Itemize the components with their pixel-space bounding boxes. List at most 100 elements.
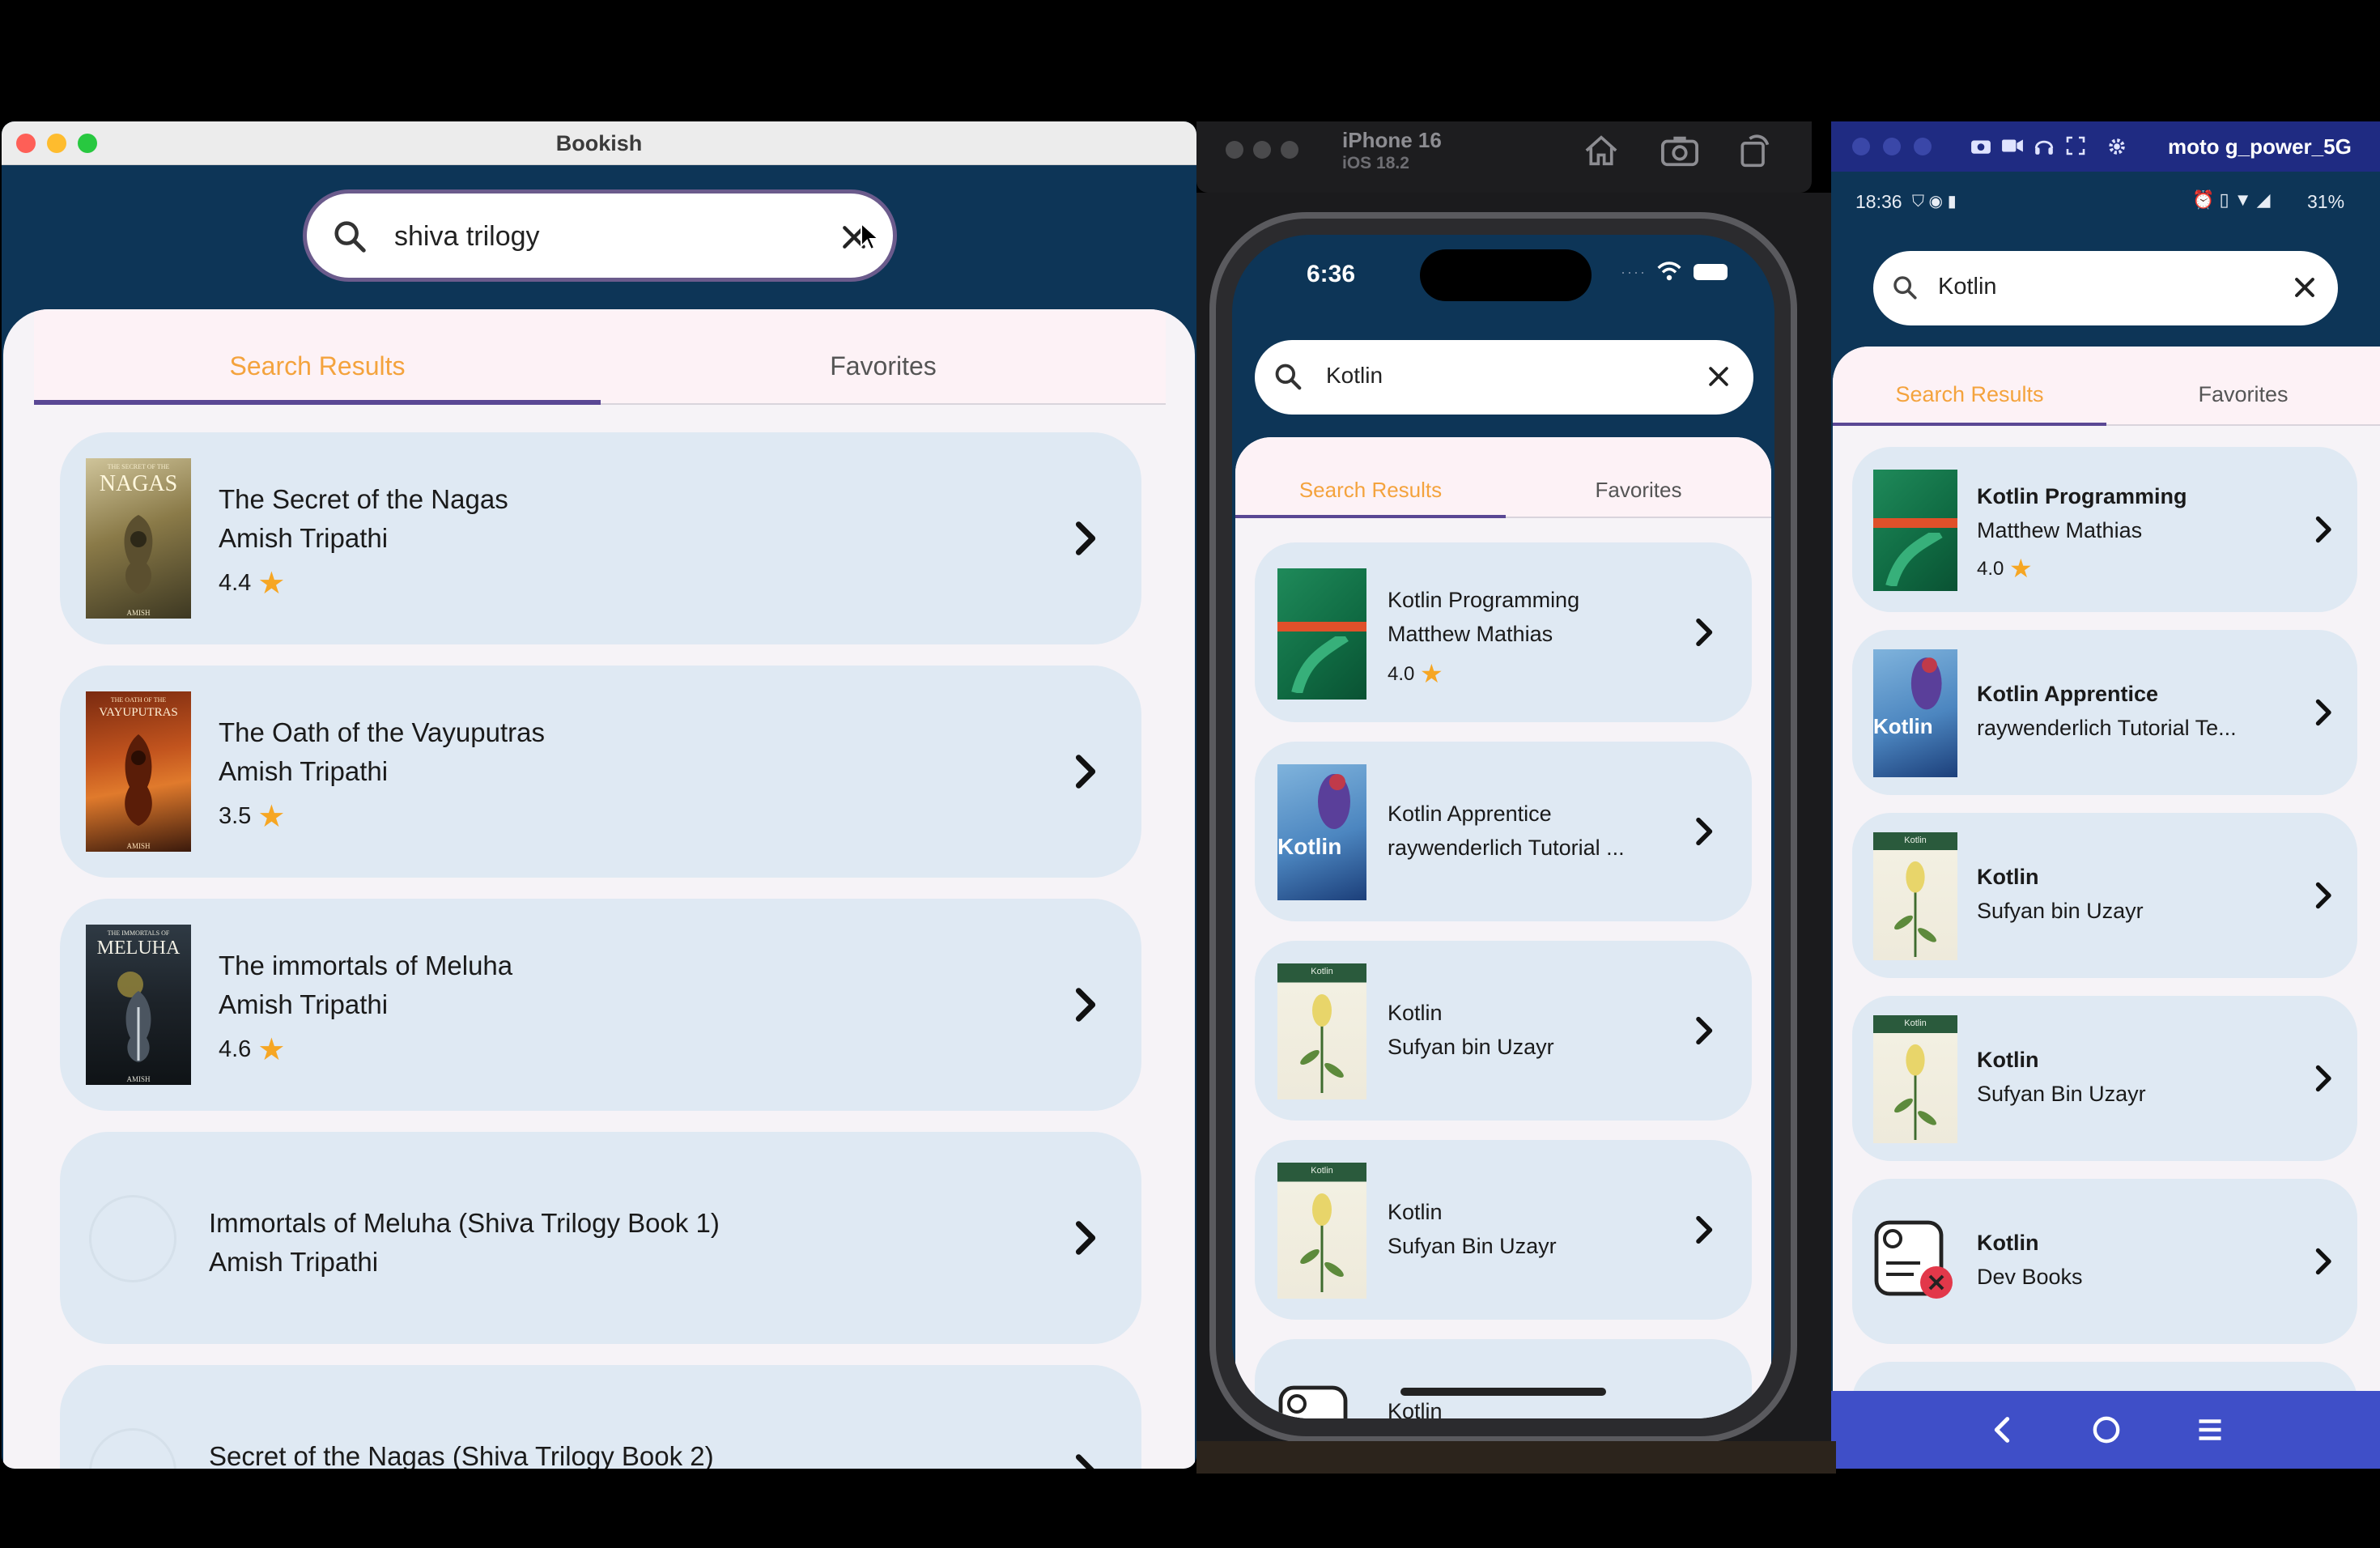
book-card[interactable]: Kotlin Kotlin Sufyan bin Uzayr <box>1852 813 2357 978</box>
home-icon[interactable] <box>1583 134 1619 167</box>
screenshot-icon[interactable] <box>1661 134 1698 167</box>
search-field[interactable]: Kotlin <box>1873 251 2338 325</box>
book-title: Kotlin <box>1977 1231 2039 1255</box>
close-icon[interactable] <box>1705 363 1732 390</box>
search-field[interactable]: Kotlin <box>1255 340 1753 415</box>
cover-author: AMISH <box>126 609 151 617</box>
tab-search-results[interactable]: Search Results <box>1833 382 2106 407</box>
book-card[interactable]: Kotlin Kotlin Apprentice raywenderlich T… <box>1852 630 2357 795</box>
chevron-right-icon[interactable] <box>1070 1452 1103 1469</box>
status-time: 18:36 <box>1855 191 1902 212</box>
cover-figure <box>1894 861 1936 957</box>
simulator-toolbar: iPhone 16 iOS 18.2 <box>1196 121 1812 193</box>
mirror-zoom-button[interactable] <box>1914 138 1932 155</box>
book-card[interactable]: Immortals of Meluha (Shiva Trilogy Book … <box>60 1132 1141 1344</box>
mirror-close-button[interactable] <box>1852 138 1870 155</box>
search-field[interactable]: shiva trilogy <box>303 189 897 282</box>
home-icon[interactable] <box>2090 1414 2123 1446</box>
cover-tagline: THE SECRET OF THE <box>107 463 170 470</box>
chevron-right-icon[interactable] <box>2312 1064 2336 1093</box>
active-tab-indicator <box>1235 515 1506 518</box>
mirror-minimize-button[interactable] <box>1883 138 1901 155</box>
cover-band <box>1873 518 1957 528</box>
back-icon[interactable] <box>1990 1414 2014 1446</box>
camera-icon[interactable] <box>1970 136 1991 155</box>
book-author: Amish Tripathi <box>219 756 389 786</box>
book-card[interactable]: Secret of the Nagas (Shiva Trilogy Book … <box>60 1365 1141 1469</box>
book-card[interactable]: Kotlin Programming Matthew Mathias 4.0 ★ <box>1255 542 1752 722</box>
tab-favorites[interactable]: Favorites <box>601 351 1166 381</box>
chevron-right-icon[interactable] <box>1070 1219 1103 1257</box>
sim-close-button[interactable] <box>1226 141 1243 159</box>
book-card[interactable]: Kotlin Kotlin Sufyan Bin Uzayr <box>1255 1140 1752 1320</box>
chevron-right-icon[interactable] <box>1070 520 1103 557</box>
book-title: Kotlin Programming <box>1977 484 2187 508</box>
results-sheet: Search Results Favorites Kotlin Programm… <box>1235 437 1771 1418</box>
rating-value: 3.5 <box>219 803 252 829</box>
tab-favorites[interactable]: Favorites <box>1506 478 1771 503</box>
rotate-icon[interactable] <box>1737 133 1771 168</box>
book-rating: 3.5 ★ <box>219 795 285 834</box>
signal-icon: ···· <box>1621 264 1647 280</box>
book-cover: THE SECRET OF THE NAGAS AMISH <box>86 458 191 619</box>
tab-bar: Search Results Favorites <box>34 309 1166 405</box>
chevron-right-icon[interactable] <box>1692 1015 1718 1046</box>
video-icon[interactable] <box>2001 136 2024 155</box>
book-title: The Secret of the Nagas <box>219 484 508 514</box>
book-card[interactable]: Kotlin Dev Books <box>1852 1179 2357 1344</box>
sim-zoom-button[interactable] <box>1281 141 1298 159</box>
tab-search-results[interactable]: Search Results <box>1235 478 1506 503</box>
battery-level: 31% <box>2307 191 2345 212</box>
cover-figure <box>1300 994 1344 1093</box>
chevron-right-icon[interactable] <box>1692 617 1718 648</box>
chevron-right-icon[interactable] <box>2312 515 2336 544</box>
book-cover <box>1277 568 1366 700</box>
cover-title: Kotlin <box>1873 714 1933 738</box>
cover-figure <box>1894 1044 1936 1140</box>
tab-search-results[interactable]: Search Results <box>34 351 601 381</box>
chevron-right-icon[interactable] <box>1070 753 1103 790</box>
tab-bar: Search Results Favorites <box>1235 437 1771 518</box>
star-icon: ★ <box>257 567 286 601</box>
chevron-right-icon[interactable] <box>2312 1247 2336 1276</box>
cover-figure <box>1300 1193 1344 1292</box>
headphones-icon[interactable] <box>2034 136 2055 155</box>
book-cover: Kotlin <box>1277 764 1366 900</box>
book-title: Kotlin Apprentice <box>1977 682 2159 706</box>
home-indicator[interactable] <box>1400 1388 1606 1396</box>
cover-band <box>1277 622 1366 632</box>
fullscreen-icon[interactable] <box>2066 136 2085 155</box>
chevron-right-icon[interactable] <box>1692 1214 1718 1245</box>
book-card[interactable]: Kotlin Kotlin Sufyan bin Uzayr <box>1255 941 1752 1121</box>
book-author: Sufyan Bin Uzayr <box>1977 1082 2146 1106</box>
search-icon <box>1275 364 1302 390</box>
tab-favorites[interactable]: Favorites <box>2106 382 2380 407</box>
book-card[interactable]: Kotlin Kotlin Apprentice raywenderlich T… <box>1255 742 1752 921</box>
book-rating: 4.6 ★ <box>219 1028 285 1067</box>
book-card[interactable]: Kotlin Programming Matthew Mathias 4.0 ★ <box>1852 447 2357 612</box>
chevron-right-icon[interactable] <box>2312 698 2336 727</box>
cover-title: MELUHA <box>96 938 181 959</box>
close-icon[interactable] <box>2291 274 2318 301</box>
gear-icon[interactable] <box>2106 136 2127 157</box>
book-author: Dev Books <box>1977 1265 2083 1289</box>
rating-value: 4.0 <box>1977 558 2004 580</box>
tab-divider <box>601 403 1166 405</box>
book-card[interactable]: THE OATH OF THE VAYUPUTRAS AMISH The Oat… <box>60 666 1141 878</box>
book-card[interactable]: THE SECRET OF THE NAGAS AMISH The Secret… <box>60 432 1141 644</box>
book-card[interactable] <box>1852 1362 2357 1391</box>
book-title: Kotlin <box>1977 865 2039 889</box>
chevron-right-icon[interactable] <box>1070 986 1103 1023</box>
sim-minimize-button[interactable] <box>1253 141 1271 159</box>
chevron-right-icon[interactable] <box>1692 816 1718 847</box>
mouse-cursor-icon <box>861 222 881 251</box>
cover-title: Kotlin <box>1277 834 1342 859</box>
book-card[interactable]: Kotlin <box>1255 1339 1752 1418</box>
book-card[interactable]: Kotlin Kotlin Sufyan Bin Uzayr <box>1852 996 2357 1161</box>
menu-icon[interactable] <box>2195 1415 2225 1444</box>
search-input[interactable]: shiva trilogy <box>394 221 540 253</box>
book-card[interactable]: THE IMMORTALS OF MELUHA AMISH The immort… <box>60 899 1141 1111</box>
chevron-right-icon[interactable] <box>2312 881 2336 910</box>
search-input[interactable]: Kotlin <box>1938 274 1997 300</box>
search-input[interactable]: Kotlin <box>1326 363 1383 389</box>
